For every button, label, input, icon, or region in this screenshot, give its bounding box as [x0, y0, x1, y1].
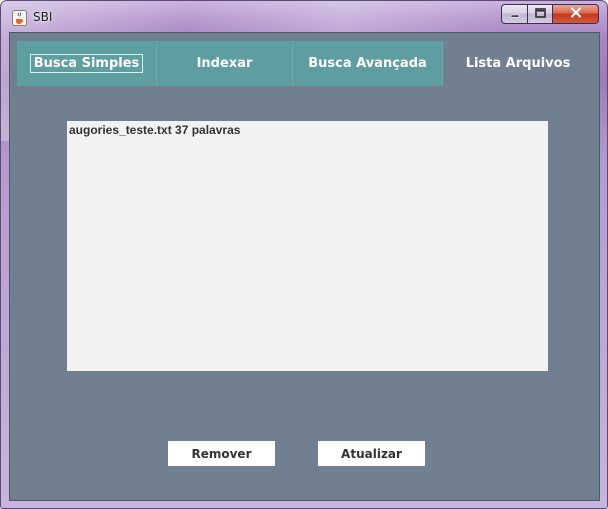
- tab-indexar[interactable]: Indexar: [157, 41, 293, 86]
- minimize-button[interactable]: [501, 4, 527, 24]
- tab-label: Lista Arquivos: [465, 56, 571, 71]
- title-bar[interactable]: SBI: [1, 1, 607, 31]
- minimize-icon: [510, 5, 520, 23]
- client-area: Busca Simples Indexar Busca Avançada Lis…: [9, 32, 600, 501]
- caption-buttons: [501, 4, 599, 24]
- java-cup-icon[interactable]: [12, 10, 27, 26]
- tab-label: Indexar: [196, 56, 253, 71]
- tab-lista-arquivos[interactable]: Lista Arquivos: [443, 41, 593, 86]
- refresh-button[interactable]: Atualizar: [318, 441, 425, 466]
- tab-label: Busca Avançada: [308, 56, 427, 71]
- file-list[interactable]: augories_teste.txt 37 palavras: [67, 121, 548, 371]
- maximize-icon: [534, 5, 546, 23]
- tab-busca-simples[interactable]: Busca Simples: [17, 41, 157, 86]
- remove-button[interactable]: Remover: [168, 441, 275, 466]
- list-item[interactable]: augories_teste.txt 37 palavras: [69, 123, 546, 138]
- tab-busca-avancada[interactable]: Busca Avançada: [293, 41, 443, 86]
- close-icon: [570, 5, 582, 23]
- close-button[interactable]: [553, 4, 599, 24]
- tab-bar: Busca Simples Indexar Busca Avançada Lis…: [17, 41, 593, 86]
- tab-label: Busca Simples: [29, 54, 144, 73]
- application-window: SBI Busca Simples Indexar Busca Avançada…: [0, 0, 608, 509]
- window-title: SBI: [33, 10, 53, 24]
- maximize-button[interactable]: [527, 4, 553, 24]
- lista-arquivos-panel: augories_teste.txt 37 palavras Remover A…: [17, 86, 593, 494]
